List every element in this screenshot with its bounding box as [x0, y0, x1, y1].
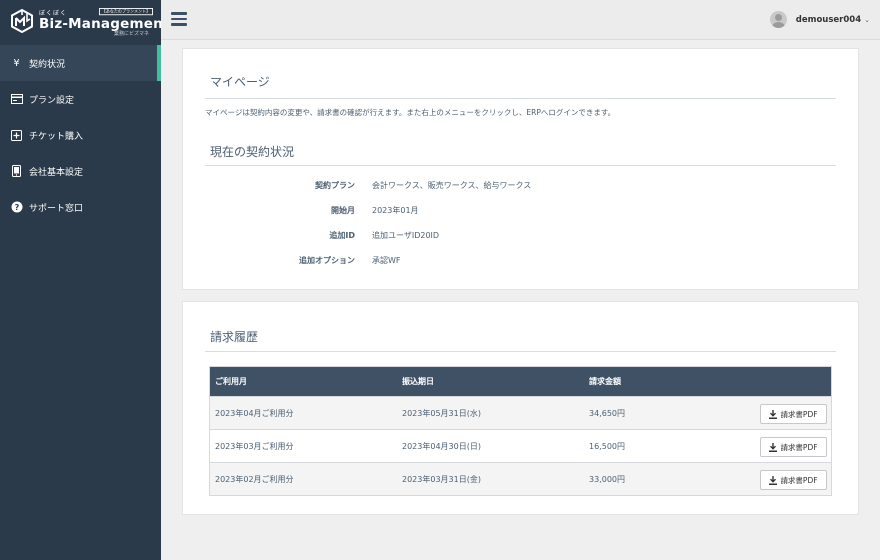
amount-cell: 34,650円 — [589, 408, 625, 418]
additional-option-value: 承認WF — [372, 256, 401, 265]
page-title: マイページ — [210, 75, 270, 89]
page-description: マイページは契約内容の変更や、請求書の確認が行えます。また右上のメニューをクリッ… — [205, 108, 616, 117]
divider — [205, 351, 836, 352]
usage-month-cell: 2023年04月ご利用分 — [215, 408, 294, 418]
contract-section-title: 現在の契約状況 — [210, 145, 295, 159]
invoice-pdf-label: 請求書PDF — [780, 442, 818, 452]
due-date-cell: 2023年04月30日(日) — [402, 441, 481, 451]
chevron-down-icon: ⌄ — [864, 15, 870, 24]
sidebar-item-support[interactable]: ? サポート窓口 — [0, 189, 161, 225]
sidebar-nav: ¥ 契約状況 プラン設定 チケット購入 会社基本設定 ? サポート窓口 — [0, 45, 161, 225]
sidebar-item-label: チケット購入 — [29, 131, 84, 142]
svg-text:?: ? — [14, 203, 19, 212]
mypage-panel: マイページ マイページは契約内容の変更や、請求書の確認が行えます。また右上のメニ… — [182, 48, 859, 290]
table-row: 2023年02月ご利用分 2023年03月31日(金) 33,000円 請求書P… — [210, 462, 831, 495]
username: demouser004 — [795, 14, 862, 25]
table-header: ご利用月 振込期日 請求金額 — [210, 367, 831, 396]
logo-cube-icon — [11, 9, 33, 33]
help-circle-icon: ? — [10, 201, 23, 214]
additional-id-label: 追加ID — [329, 231, 355, 240]
sidebar-item-company-settings[interactable]: 会社基本設定 — [0, 153, 161, 189]
user-menu[interactable]: demouser004 ⌄ — [769, 11, 870, 28]
billing-table: ご利用月 振込期日 請求金額 2023年04月ご利用分 2023年05月31日(… — [209, 366, 832, 496]
sidebar-item-label: プラン設定 — [29, 95, 75, 106]
invoice-pdf-label: 請求書PDF — [780, 475, 818, 485]
additional-id-value: 追加ユーザID20ID — [372, 231, 440, 240]
contract-plan-label: 契約プラン — [315, 181, 355, 190]
app-logo[interactable]: ぼくぼく 【あなたのプランメント】 Biz-Management 業務にビズマネ — [0, 0, 169, 42]
due-date-cell: 2023年05月31日(水) — [402, 408, 481, 418]
invoice-pdf-button[interactable]: 請求書PDF — [760, 404, 827, 424]
tablet-icon — [10, 165, 23, 178]
logo-subtitle: 業務にビズマネ — [113, 31, 149, 37]
download-icon — [769, 409, 778, 419]
logo-tagline: 【あなたのプランメント】 — [99, 8, 153, 16]
yen-icon: ¥ — [13, 57, 20, 69]
logo-name: Biz-Management — [39, 16, 170, 32]
usage-month-cell: 2023年02月ご利用分 — [215, 474, 294, 484]
sidebar-item-ticket-purchase[interactable]: チケット購入 — [0, 117, 161, 153]
due-date-cell: 2023年03月31日(金) — [402, 474, 481, 484]
sidebar: ぼくぼく 【あなたのプランメント】 Biz-Management 業務にビズマネ… — [0, 0, 169, 560]
divider — [205, 165, 836, 166]
logo-text: ぼくぼく 【あなたのプランメント】 Biz-Management 業務にビズマネ — [39, 6, 169, 37]
sidebar-item-label: 契約状況 — [29, 59, 66, 70]
card-icon — [10, 93, 23, 106]
sidebar-item-label: サポート窓口 — [29, 203, 84, 214]
additional-option-label: 追加オプション — [299, 256, 355, 265]
usage-month-cell: 2023年03月ご利用分 — [215, 441, 294, 451]
invoice-pdf-button[interactable]: 請求書PDF — [760, 470, 827, 490]
menu-toggle-icon[interactable] — [171, 12, 187, 26]
sidebar-item-plan-settings[interactable]: プラン設定 — [0, 81, 161, 117]
sidebar-item-label: 会社基本設定 — [29, 167, 84, 178]
invoice-pdf-button[interactable]: 請求書PDF — [760, 437, 827, 457]
start-month-value: 2023年01月 — [372, 206, 419, 215]
column-header-amount: 請求金額 — [589, 377, 621, 386]
billing-panel: 請求履歴 ご利用月 振込期日 請求金額 2023年04月ご利用分 2023年05… — [182, 301, 859, 515]
plus-square-icon — [10, 129, 23, 142]
divider — [205, 98, 836, 99]
column-header-month: ご利用月 — [215, 377, 247, 386]
invoice-pdf-label: 請求書PDF — [780, 409, 818, 419]
avatar — [769, 11, 787, 28]
column-header-due-date: 振込期日 — [402, 377, 434, 386]
amount-cell: 16,500円 — [589, 441, 625, 451]
sidebar-item-contract-status[interactable]: ¥ 契約状況 — [0, 45, 161, 81]
amount-cell: 33,000円 — [589, 474, 625, 484]
billing-section-title: 請求履歴 — [210, 330, 259, 344]
contract-plan-value: 会計ワークス、販売ワークス、給与ワークス — [372, 181, 532, 190]
table-row: 2023年03月ご利用分 2023年04月30日(日) 16,500円 請求書P… — [210, 429, 831, 462]
download-icon — [769, 475, 778, 485]
top-header: demouser004 ⌄ — [161, 0, 880, 40]
start-month-label: 開始月 — [331, 206, 355, 215]
download-icon — [769, 442, 778, 452]
table-row: 2023年04月ご利用分 2023年05月31日(水) 34,650円 請求書P… — [210, 396, 831, 429]
